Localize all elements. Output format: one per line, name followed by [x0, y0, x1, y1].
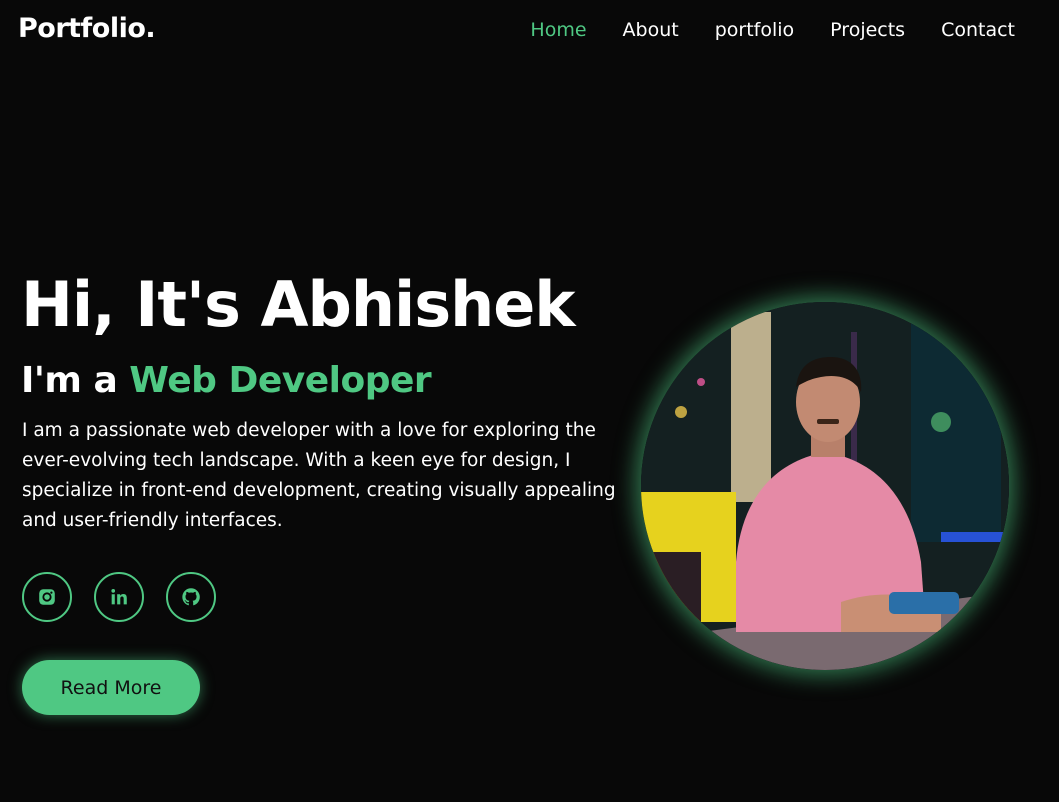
- profile-photo: [641, 302, 1009, 670]
- github-link[interactable]: [166, 572, 216, 622]
- nav-portfolio[interactable]: portfolio: [715, 19, 794, 41]
- nav-home[interactable]: Home: [530, 19, 586, 41]
- instagram-link[interactable]: [22, 572, 72, 622]
- hero-title: Hi, It's Abhishek: [21, 268, 576, 341]
- github-icon: [182, 588, 200, 606]
- portfolio-page: Portfolio. Home About portfolio Projects…: [0, 0, 1059, 802]
- nav-contact[interactable]: Contact: [941, 19, 1015, 41]
- nav-projects[interactable]: Projects: [830, 19, 905, 41]
- hero-description: I am a passionate web developer with a l…: [22, 420, 616, 531]
- profile-portrait-illustration: [641, 302, 1009, 670]
- main-nav: Home About portfolio Projects Contact: [494, 19, 1015, 41]
- read-more-button[interactable]: Read More: [22, 660, 200, 715]
- instagram-icon: [39, 589, 55, 605]
- subtitle-prefix: I'm a: [21, 360, 130, 401]
- logo[interactable]: Portfolio.: [18, 13, 156, 44]
- linkedin-icon: [111, 589, 127, 605]
- nav-about[interactable]: About: [623, 19, 679, 41]
- social-links: [22, 572, 238, 622]
- subtitle-role: Web Developer: [129, 360, 432, 401]
- linkedin-link[interactable]: [94, 572, 144, 622]
- site-header: Portfolio. Home About portfolio Projects…: [0, 0, 1059, 64]
- hero-subtitle: I'm a Web Developer: [21, 360, 432, 401]
